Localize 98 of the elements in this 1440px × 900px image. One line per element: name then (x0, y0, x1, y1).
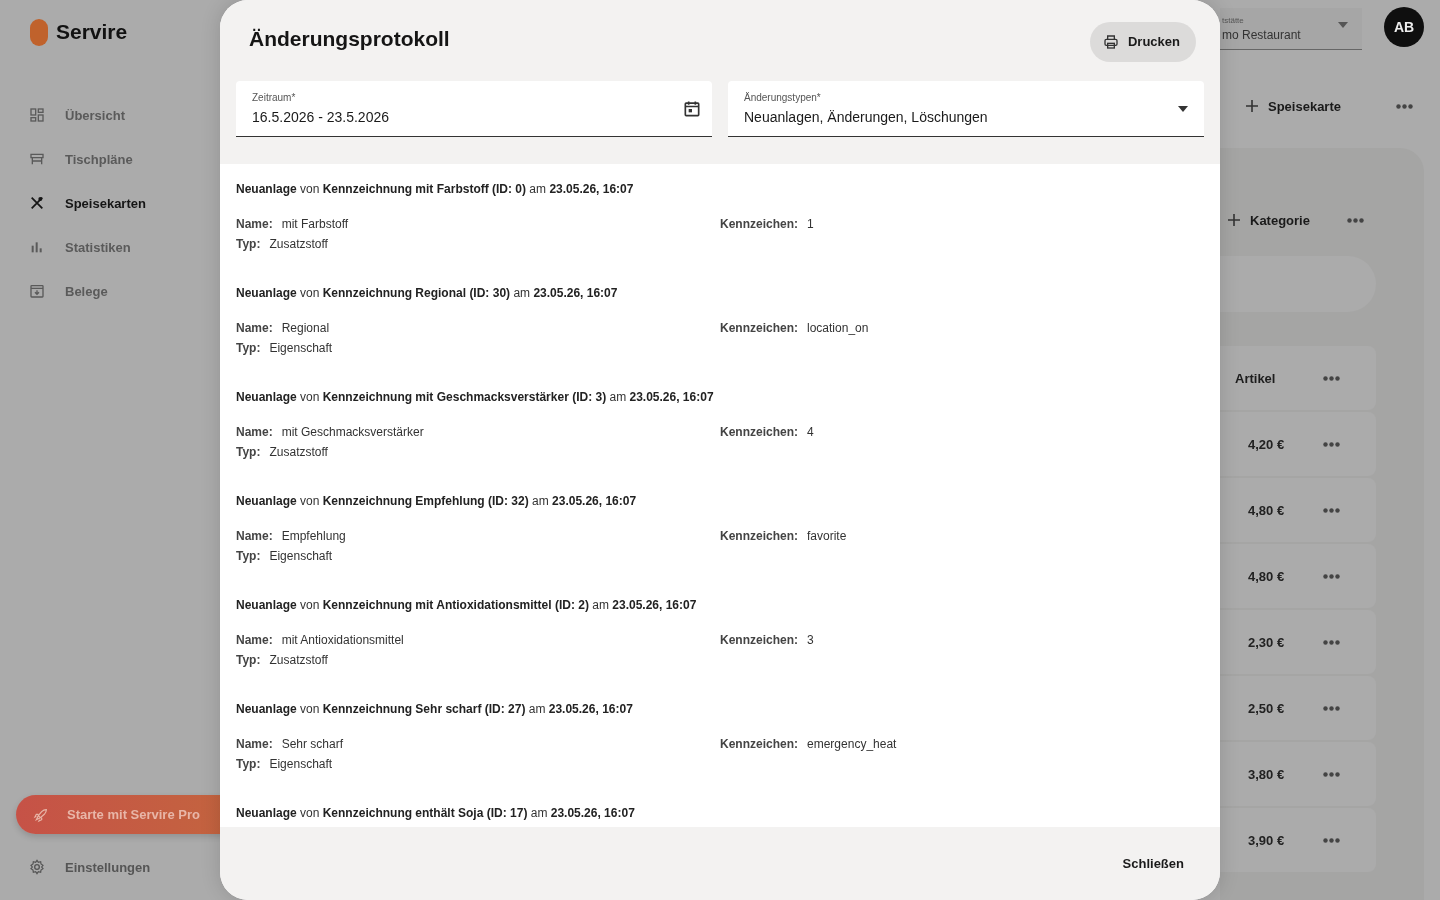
field-value: Zusatzstoff (269, 236, 328, 253)
more-icon (1347, 217, 1364, 223)
field-label: Name: (236, 632, 273, 649)
field-value: Eigenschaft (269, 756, 333, 773)
field-label: Kennzeichen: (720, 632, 798, 649)
grid-icon (29, 107, 45, 123)
bar-chart-icon (29, 239, 45, 255)
field-value: mit Farbstoff (281, 216, 349, 233)
field-value: 1 (807, 216, 814, 233)
field-label: Kennzeichen: (720, 736, 798, 753)
logo-icon (30, 18, 48, 46)
add-button[interactable]: Kategorie (1228, 212, 1310, 228)
field-value: favorite (807, 528, 847, 545)
entry-heading: Neuanlage von Kennzeichnung Sehr scharf (ID: 27) am 23.05.26, 16:07 (236, 702, 634, 717)
field-value: Empfehlung (281, 528, 346, 545)
field-value: 3 (807, 632, 814, 649)
field-label: Typ: (236, 340, 261, 357)
add-button[interactable]: Speisekarte (1246, 98, 1341, 114)
field-label: Typ: (236, 548, 261, 565)
brand-name: Servire (56, 20, 128, 44)
item-price: 4,20 € (1247, 436, 1285, 452)
field-label: Name: (236, 424, 273, 441)
field-value: mit Geschmacksverstärker (281, 424, 424, 441)
field-value: 4 (807, 424, 814, 441)
dialog-title: Änderungsprotokoll (249, 26, 450, 51)
table-icon (29, 151, 45, 167)
close-button[interactable]: Schließen (1114, 848, 1192, 879)
field-value: mit Antioxidationsmittel (281, 632, 404, 649)
field-value: Zusatzstoff (269, 652, 328, 669)
user-avatar[interactable]: AB (1384, 7, 1424, 47)
more-icon (1323, 639, 1340, 645)
more-icon (1323, 375, 1340, 381)
field-label: Kennzeichen: (720, 424, 798, 441)
field-value: Regional (281, 320, 330, 337)
item-card[interactable]: 4,20 € (1220, 412, 1376, 476)
field-label: Kennzeichen: (720, 320, 798, 337)
location-dropdown[interactable]: tstätte mo Restaurant (1220, 8, 1362, 50)
item-card[interactable]: 4,80 € (1220, 478, 1376, 542)
item-price: 4,80 € (1247, 502, 1285, 518)
nav-item[interactable]: Speisekarten (0, 181, 220, 225)
archive-icon (29, 283, 45, 299)
date-range-field[interactable]: Zeitraum* 16.5.2026 - 23.5.2026 (236, 81, 712, 137)
plus-icon (1228, 214, 1240, 226)
field-label: tstätte (1222, 15, 1245, 25)
field-label: Name: (236, 216, 273, 233)
entry-heading: Neuanlage von Kennzeichnung Regional (ID: 30) am 23.05.26, 16:07 (236, 286, 619, 301)
printer-icon (1102, 33, 1119, 50)
field-label: Kennzeichen: (720, 528, 798, 545)
entry-heading: Neuanlage von Kennzeichnung Empfehlung (ID: 32) am 23.05.26, 16:07 (236, 494, 638, 509)
rocket-icon (33, 806, 49, 823)
field-label: Typ: (236, 652, 261, 669)
field-label: Typ: (236, 444, 261, 461)
more-icon (1323, 705, 1340, 711)
field-label: Kennzeichen: (720, 216, 798, 233)
more-icon (1396, 103, 1413, 109)
field-value: Zusatzstoff (269, 444, 328, 461)
field-value: Eigenschaft (269, 340, 333, 357)
more-icon (1323, 771, 1340, 777)
field-value: mo Restaurant (1222, 27, 1302, 42)
caret-icon (1338, 22, 1348, 28)
field-value: Eigenschaft (269, 548, 333, 565)
print-button[interactable]: Drucken (1089, 21, 1196, 62)
field-label: Zeitraum* (252, 92, 297, 103)
settings-icon (29, 859, 45, 875)
item-card[interactable]: 3,90 € (1220, 808, 1376, 872)
field-value: emergency_heat (807, 736, 897, 753)
field-label: Name: (236, 736, 273, 753)
caret-icon (1178, 105, 1188, 112)
field-label: Typ: (236, 236, 261, 253)
field-label: Typ: (236, 756, 261, 773)
more-icon (1323, 441, 1340, 447)
entry-heading: Neuanlage von Kennzeichnung mit Geschmacksverstärker (ID: 3) am 23.05.26, 16:07 (236, 390, 715, 405)
field-label: Änderungstypen* (744, 92, 822, 103)
change-types-dropdown[interactable]: Änderungstypen* Neuanlagen, Änderungen, Löschungen (728, 81, 1204, 137)
item-card[interactable]: 2,30 € (1220, 610, 1376, 674)
item-card[interactable]: 3,80 € (1220, 742, 1376, 806)
item-price: 3,90 € (1247, 832, 1285, 848)
cutlery-icon (29, 195, 45, 211)
field-value: Sehr scharf (281, 736, 344, 753)
field-value: Neuanlagen, Änderungen, Löschungen (744, 109, 989, 125)
item-price: 4,80 € (1247, 568, 1285, 584)
plus-icon (1246, 100, 1258, 112)
field-label: Name: (236, 528, 273, 545)
item-card[interactable]: 2,50 € (1220, 676, 1376, 740)
item-card[interactable]: 4,80 € (1220, 544, 1376, 608)
field-value: location_on (807, 320, 869, 337)
field-label: Name: (236, 320, 273, 337)
more-icon (1323, 573, 1340, 579)
more-icon (1323, 507, 1340, 513)
entry-heading: Neuanlage von Kennzeichnung mit Farbstoff (ID: 0) am 23.05.26, 16:07 (236, 182, 635, 197)
item-price: 3,80 € (1247, 766, 1285, 782)
item-price: 2,50 € (1247, 700, 1285, 716)
item-price: 2,30 € (1247, 634, 1285, 650)
more-icon (1323, 837, 1340, 843)
search-field[interactable] (1220, 256, 1376, 312)
field-value: 16.5.2026 - 23.5.2026 (252, 109, 390, 125)
entry-heading: Neuanlage von Kennzeichnung mit Antioxidationsmittel (ID: 2) am 23.05.26, 16:07 (236, 598, 698, 613)
card-title: Artikel (1234, 370, 1276, 386)
